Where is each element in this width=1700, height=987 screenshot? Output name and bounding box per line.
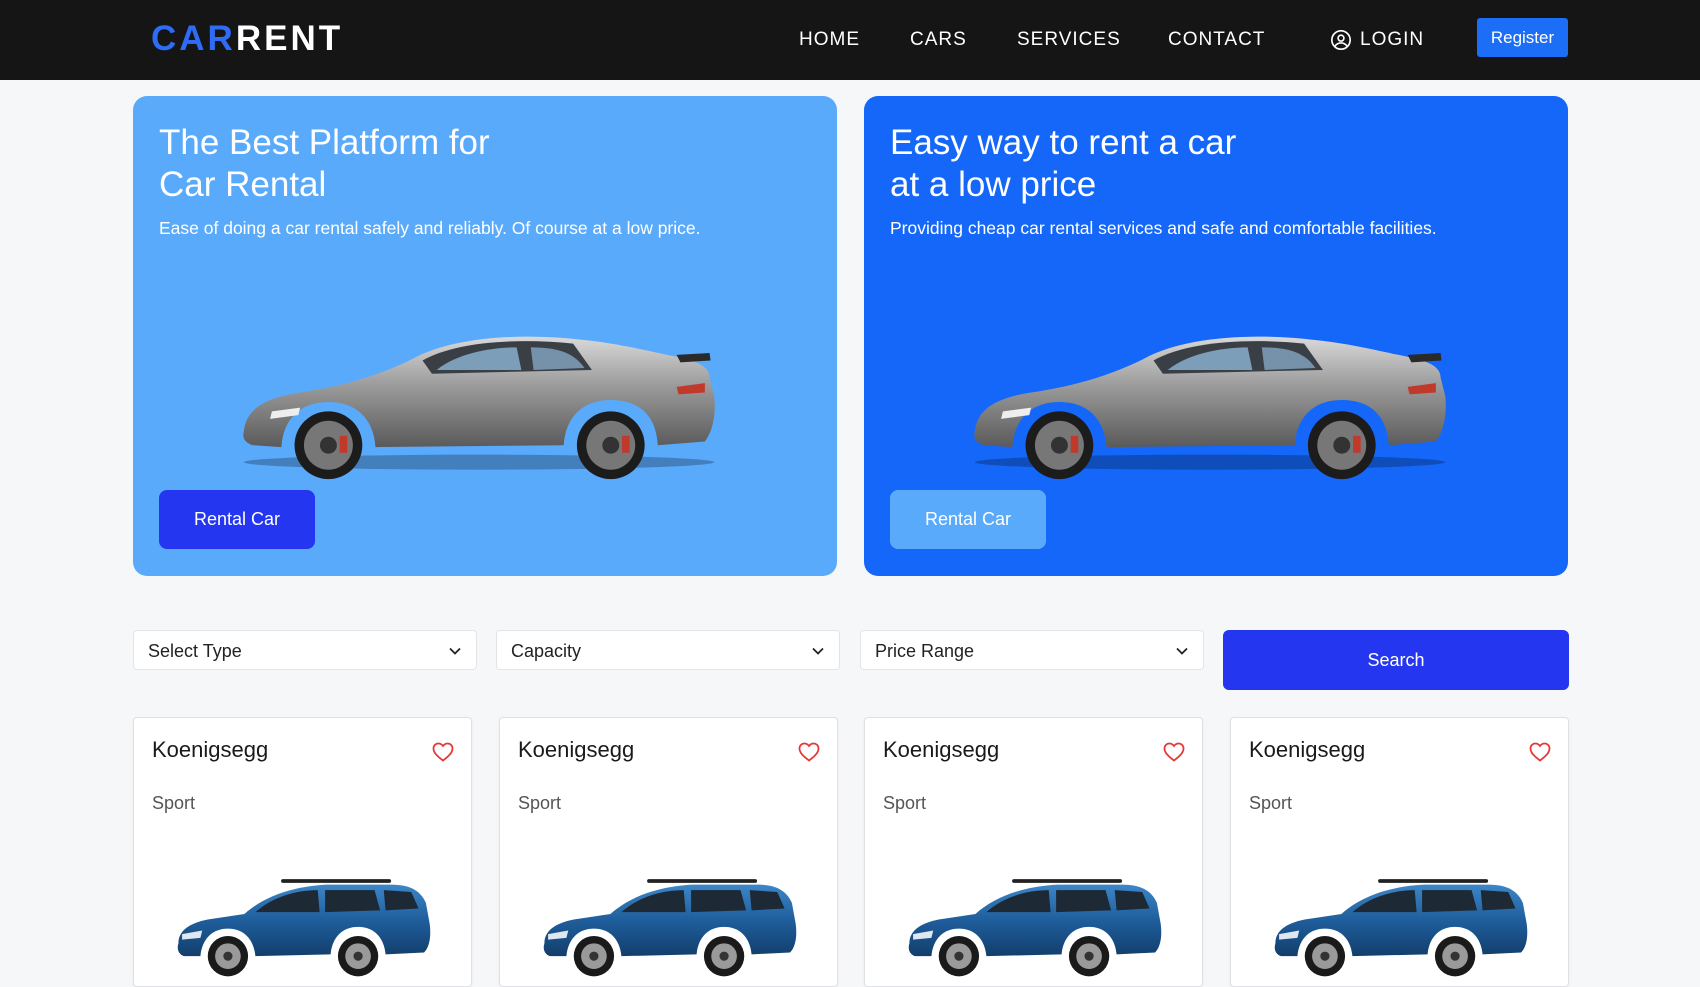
- heart-icon[interactable]: [431, 740, 455, 764]
- hero-title: The Best Platform for Car Rental: [159, 123, 490, 204]
- car-card[interactable]: Koenigsegg Sport: [864, 717, 1203, 987]
- car-category: Sport: [883, 793, 927, 813]
- brand-logo-part1: CAR: [151, 19, 236, 58]
- suv-car-icon: [177, 879, 431, 977]
- price-range-dropdown[interactable]: Price Range: [860, 630, 1204, 670]
- nav-home-link[interactable]: HOME: [799, 28, 860, 52]
- car-category: Sport: [1249, 793, 1293, 813]
- search-button[interactable]: Search: [1223, 630, 1569, 690]
- car-name: Koenigsegg: [518, 737, 635, 762]
- car-category: Sport: [152, 793, 196, 813]
- select-type-dropdown[interactable]: Select Type: [133, 630, 477, 670]
- hero-card-platform: The Best Platform for Car Rental Ease of…: [133, 96, 837, 576]
- car-name: Koenigsegg: [1249, 737, 1366, 762]
- rental-car-button[interactable]: Rental Car: [159, 490, 315, 549]
- capacity-label: Capacity: [511, 641, 582, 661]
- suv-car-icon: [543, 879, 797, 977]
- select-type-label: Select Type: [148, 641, 242, 661]
- sports-car-icon: [974, 336, 1446, 480]
- rental-car-button[interactable]: Rental Car: [890, 490, 1046, 549]
- brand-logo-part2: RENT: [235, 19, 344, 58]
- car-card[interactable]: Koenigsegg Sport: [499, 717, 838, 987]
- suv-car-icon: [1274, 879, 1528, 977]
- login-link[interactable]: LOGIN: [1330, 28, 1424, 52]
- car-name: Koenigsegg: [883, 737, 1000, 762]
- hero-card-easy-way: Easy way to rent a car at a low price Pr…: [864, 96, 1568, 576]
- suv-car-icon: [908, 879, 1162, 977]
- navbar: CARRENT HOME CARS SERVICES CONTACT LOGIN…: [0, 0, 1700, 80]
- capacity-dropdown[interactable]: Capacity: [496, 630, 840, 670]
- chevron-down-icon: [812, 647, 824, 655]
- hero-title: Easy way to rent a car at a low price: [890, 123, 1237, 204]
- chevron-down-icon: [449, 647, 461, 655]
- user-circle-icon: [1331, 30, 1351, 50]
- brand-logo[interactable]: CARRENT: [151, 18, 343, 60]
- nav-services-link[interactable]: SERVICES: [1017, 28, 1121, 52]
- register-button[interactable]: Register: [1477, 18, 1568, 57]
- heart-icon[interactable]: [797, 740, 821, 764]
- nav-cars-link[interactable]: CARS: [910, 28, 967, 52]
- chevron-down-icon: [1176, 647, 1188, 655]
- car-name: Koenigsegg: [152, 737, 269, 762]
- car-card[interactable]: Koenigsegg Sport: [1230, 717, 1569, 987]
- car-category: Sport: [518, 793, 562, 813]
- price-range-label: Price Range: [875, 641, 975, 661]
- heart-icon[interactable]: [1528, 740, 1552, 764]
- login-label: LOGIN: [1360, 29, 1425, 50]
- hero-subtitle: Providing cheap car rental services and …: [890, 218, 1437, 238]
- hero-subtitle: Ease of doing a car rental safely and re…: [159, 218, 701, 238]
- sports-car-icon: [243, 336, 715, 480]
- heart-icon[interactable]: [1162, 740, 1186, 764]
- nav-contact-link[interactable]: CONTACT: [1168, 28, 1265, 52]
- car-card[interactable]: Koenigsegg Sport: [133, 717, 472, 987]
